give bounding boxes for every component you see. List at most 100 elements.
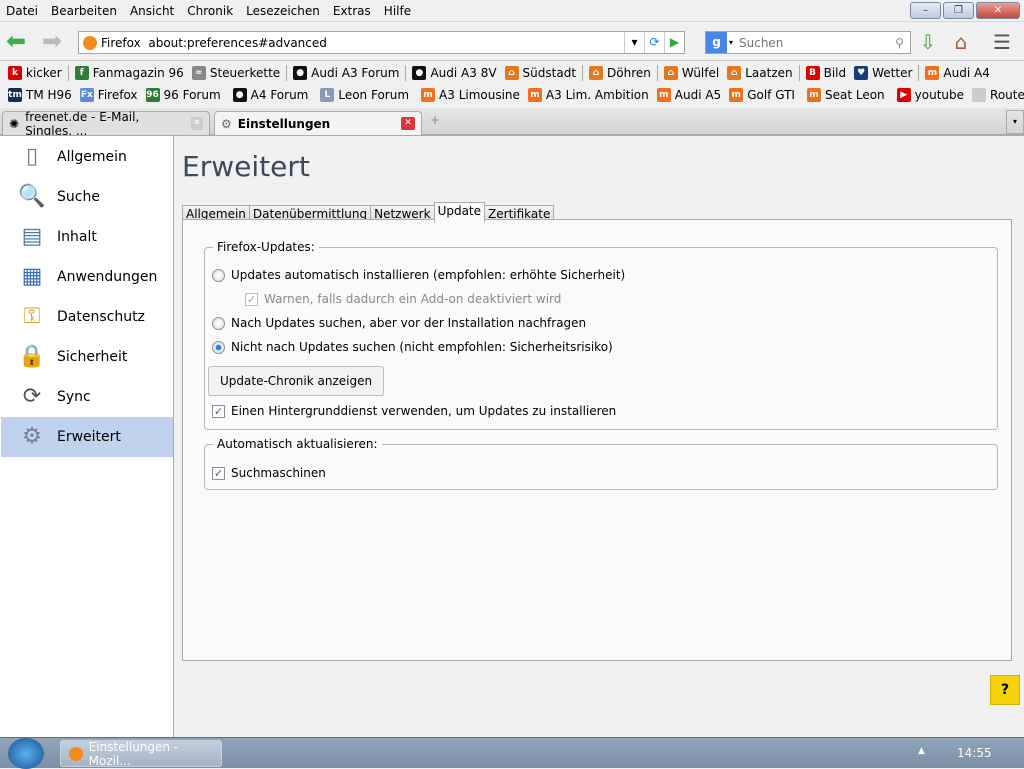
menu-bearbeiten[interactable]: Bearbeiten bbox=[51, 4, 117, 18]
bookmark-favicon-icon: L bbox=[320, 88, 335, 102]
radio-ask-install[interactable]: Nach Updates suchen, aber vor der Instal… bbox=[212, 316, 586, 330]
taskbar-firefox-button[interactable]: Einstellungen - Mozil... bbox=[60, 739, 222, 768]
sidebar-item-allgemein[interactable]: ▯ Allgemein bbox=[1, 137, 173, 177]
forward-arrow-icon[interactable]: ➡ bbox=[42, 29, 62, 53]
firefox-icon bbox=[69, 746, 83, 761]
bookmark-item[interactable]: ● A4 Forum bbox=[229, 88, 313, 102]
bookmark-item[interactable]: m Audi A5 bbox=[653, 88, 725, 102]
radio-never-check[interactable]: Nicht nach Updates suchen (nicht empfohl… bbox=[212, 340, 613, 354]
bookmark-item[interactable]: ≈ Steuerkette bbox=[188, 66, 284, 80]
checkbox[interactable]: ✓ bbox=[245, 292, 258, 306]
update-history-button[interactable]: Update-Chronik anzeigen bbox=[208, 366, 385, 396]
checkbox-search-engines[interactable]: ✓ Suchmaschinen bbox=[212, 466, 326, 480]
help-button[interactable]: ? bbox=[990, 675, 1020, 705]
search-bar[interactable]: g ▾ ⚲ bbox=[705, 31, 911, 54]
menu-datei[interactable]: Datei bbox=[6, 4, 38, 18]
group-legend: Firefox-Updates: bbox=[217, 240, 315, 254]
bookmark-favicon-icon: m bbox=[925, 66, 940, 80]
sidebar-item-label: Datenschutz bbox=[57, 309, 145, 325]
bookmark-item[interactable]: 96 96 Forum bbox=[142, 88, 225, 102]
restore-button[interactable]: ❐ bbox=[943, 2, 974, 19]
close-tab-icon[interactable]: ✕ bbox=[401, 117, 415, 130]
bookmark-label: A3 Lim. Ambition bbox=[545, 88, 649, 102]
radio-button[interactable] bbox=[212, 340, 225, 354]
task-label: Einstellungen - Mozil... bbox=[88, 739, 179, 768]
tab-update[interactable]: Update bbox=[433, 202, 486, 223]
clock[interactable]: 14:55 bbox=[957, 746, 992, 760]
tab-einstellungen[interactable]: ⚙ Einstellungen ✕ bbox=[214, 111, 422, 135]
bookmark-item[interactable]: f Fanmagazin 96 bbox=[71, 66, 188, 80]
engine-dropdown-icon[interactable]: ▾ bbox=[727, 38, 735, 47]
search-icon[interactable]: ⚲ bbox=[889, 36, 910, 50]
bookmark-favicon-icon: m bbox=[729, 88, 744, 102]
sidebar-item-label: Suche bbox=[57, 189, 100, 205]
radio-button[interactable] bbox=[212, 268, 225, 282]
new-tab-button[interactable]: + bbox=[430, 113, 440, 127]
checkbox-label: Warnen, falls dadurch ein Add-on deaktiv… bbox=[264, 292, 562, 306]
bookmark-item[interactable]: B Bild bbox=[802, 66, 851, 80]
url-text[interactable]: Firefox about:preferences#advanced bbox=[97, 36, 624, 50]
bookmark-item[interactable]: Route bbox=[968, 88, 1024, 102]
reload-icon[interactable]: ⟳ bbox=[644, 32, 664, 53]
bookmark-item[interactable]: ▶ youtube bbox=[893, 88, 968, 102]
sidebar-item-sync[interactable]: ⟳ Sync bbox=[1, 377, 173, 417]
bookmark-item[interactable]: L Leon Forum bbox=[316, 88, 413, 102]
tab-list-dropdown[interactable]: ▾ bbox=[1006, 110, 1024, 134]
close-tab-icon[interactable]: ✕ bbox=[190, 117, 203, 130]
sidebar-item-datenschutz[interactable]: ⚿ Datenschutz bbox=[1, 297, 173, 337]
menu-extras[interactable]: Extras bbox=[333, 4, 371, 18]
bookmark-item[interactable]: m Seat Leon bbox=[803, 88, 889, 102]
back-arrow-icon[interactable]: ⬅ bbox=[6, 29, 26, 53]
checkbox[interactable]: ✓ bbox=[212, 466, 225, 480]
menu-lesezeichen[interactable]: Lesezeichen bbox=[246, 4, 320, 18]
bookmark-item[interactable]: ● Audi A3 Forum bbox=[289, 66, 403, 80]
downloads-icon[interactable]: ⇩ bbox=[914, 29, 942, 55]
bookmark-label: Steuerkette bbox=[209, 66, 281, 80]
bookmark-item[interactable]: m Golf GTI bbox=[725, 88, 799, 102]
sidebar-item-label: Allgemein bbox=[57, 149, 127, 165]
bookmark-item[interactable]: m A3 Lim. Ambition bbox=[524, 88, 653, 102]
bookmark-favicon-icon: ▶ bbox=[896, 88, 911, 102]
windows-start-button[interactable] bbox=[8, 738, 44, 769]
checkbox[interactable]: ✓ bbox=[212, 404, 225, 418]
url-bar[interactable]: Firefox about:preferences#advanced ▾ ⟳ ▶ bbox=[78, 31, 685, 54]
checkbox-background-service[interactable]: ✓ Einen Hintergrunddienst verwenden, um U… bbox=[212, 404, 616, 418]
sidebar-item-erweitert[interactable]: ⚙ Erweitert bbox=[1, 417, 173, 457]
tab-freenet[interactable]: ✺ freenet.de - E-Mail, Singles, ... ✕ bbox=[2, 110, 210, 138]
menu-hilfe[interactable]: Hilfe bbox=[384, 4, 411, 18]
sidebar-item-inhalt[interactable]: ▤ Inhalt bbox=[1, 217, 173, 257]
sidebar-item-suche[interactable]: 🔍 Suche bbox=[1, 177, 173, 217]
google-engine-icon[interactable]: g bbox=[706, 32, 727, 53]
bookmark-item[interactable]: ⌂ Laatzen bbox=[723, 66, 796, 80]
menu-ansicht[interactable]: Ansicht bbox=[130, 4, 174, 18]
bookmark-item[interactable]: ● Audi A3 8V bbox=[408, 66, 500, 80]
history-dropdown-icon[interactable]: ▾ bbox=[624, 32, 644, 53]
bookmark-item[interactable]: ⌂ Wülfel bbox=[660, 66, 723, 80]
home-icon[interactable]: ⌂ bbox=[947, 29, 975, 55]
radio-auto-install[interactable]: Updates automatisch installieren (empfoh… bbox=[212, 268, 625, 282]
menu-chronik[interactable]: Chronik bbox=[187, 4, 233, 18]
bookmark-item[interactable]: ♥ Wetter bbox=[850, 66, 916, 80]
bookmark-item[interactable]: ⌂ Döhren bbox=[585, 66, 655, 80]
sidebar-item-sicherheit[interactable]: 🔒 Sicherheit bbox=[1, 337, 173, 377]
checkbox-warn-addon[interactable]: ✓ Warnen, falls dadurch ein Add-on deakti… bbox=[245, 292, 561, 306]
bookmark-item[interactable]: m A3 Limousine bbox=[417, 88, 524, 102]
bookmark-label: Wetter bbox=[872, 66, 913, 80]
bookmark-item[interactable]: m Audi A4 bbox=[921, 66, 993, 80]
bookmark-label: Südstadt bbox=[522, 66, 577, 80]
bookmark-label: TM H96 bbox=[26, 88, 72, 102]
sidebar-item-anwendungen[interactable]: ▦ Anwendungen bbox=[1, 257, 173, 297]
go-icon[interactable]: ▶ bbox=[664, 32, 684, 53]
bookmark-item[interactable]: Fx Firefox bbox=[76, 88, 142, 102]
bookmark-item[interactable]: ⌂ Südstadt bbox=[501, 66, 580, 80]
bookmark-favicon-icon: k bbox=[8, 66, 22, 80]
show-hidden-icons-button[interactable]: ▲ bbox=[918, 746, 925, 756]
bookmark-item[interactable]: k kicker bbox=[4, 66, 66, 80]
applications-icon: ▦ bbox=[21, 264, 43, 289]
minimize-button[interactable]: – bbox=[910, 2, 941, 19]
close-button[interactable]: ✕ bbox=[976, 2, 1020, 19]
bookmark-item[interactable]: tm TM H96 bbox=[4, 88, 76, 102]
search-input[interactable] bbox=[735, 35, 889, 50]
radio-button[interactable] bbox=[212, 316, 225, 330]
menu-icon[interactable]: ☰ bbox=[988, 29, 1016, 55]
